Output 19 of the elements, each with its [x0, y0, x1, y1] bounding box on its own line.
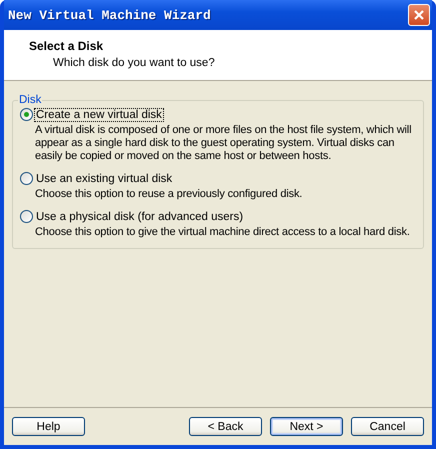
page-subtitle: Which disk do you want to use? — [52, 57, 216, 69]
option-description: Choose this option to reuse a previously configured disk. — [34, 188, 304, 201]
window-title: New Virtual Machine Wizard — [8, 8, 211, 22]
option-label[interactable]: Use a physical disk (for advanced users) — [35, 210, 244, 222]
radio-button[interactable] — [20, 210, 33, 223]
group-label: Disk — [18, 94, 42, 106]
cancel-button[interactable]: Cancel — [351, 417, 424, 436]
help-button[interactable]: Help — [12, 417, 85, 436]
close-icon — [413, 9, 425, 21]
option-description: Choose this option to give the virtual machine direct access to a local hard disk. — [34, 226, 411, 239]
option-label[interactable]: Create a new virtual disk — [35, 108, 163, 120]
close-button[interactable] — [408, 4, 430, 26]
radio-button[interactable] — [20, 108, 33, 121]
radio-button[interactable] — [20, 172, 33, 185]
option-description: A virtual disk is composed of one or more files on the host file system, which will appear as a single hard disk to the guest operating system. Virtual disks can easily be copied or moved on the same host or between hosts. — [34, 124, 412, 163]
next-button[interactable]: Next > — [270, 417, 343, 436]
option-label[interactable]: Use an existing virtual disk — [35, 172, 174, 184]
back-button[interactable]: < Back — [189, 417, 262, 436]
page-title: Select a Disk — [29, 39, 104, 53]
